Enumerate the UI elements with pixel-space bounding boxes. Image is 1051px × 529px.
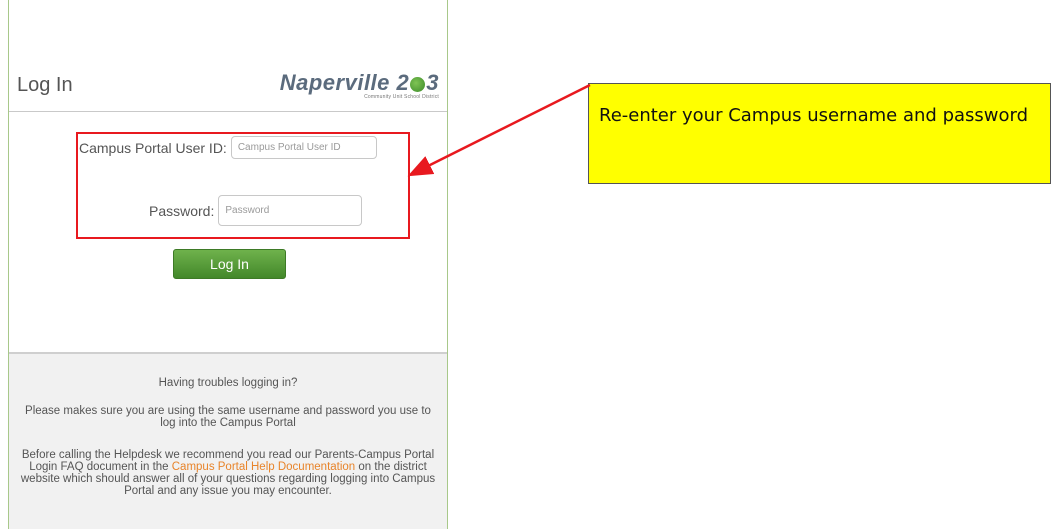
annotation-callout: Re-enter your Campus username and passwo…: [588, 83, 1051, 184]
logo-wordmark: Naperville 2 3: [280, 70, 439, 96]
help-paragraph-1: Please makes sure you are using the same…: [25, 405, 431, 429]
logo-brand-prefix: Naperville 2: [279, 70, 410, 95]
logo-brand-suffix: 3: [426, 70, 439, 95]
help-paragraph-2: Before calling the Helpdesk we recommend…: [13, 449, 443, 497]
login-header: Log In Naperville 2 3 Community Unit Sch…: [9, 0, 447, 112]
login-panel: Log In Naperville 2 3 Community Unit Sch…: [8, 0, 448, 529]
help-section: Having troubles logging in? Please makes…: [9, 352, 447, 529]
page-title: Log In: [17, 74, 73, 96]
highlight-box: [76, 132, 410, 239]
help-documentation-link[interactable]: Campus Portal Help Documentation: [172, 461, 355, 473]
help-title: Having troubles logging in?: [158, 377, 298, 389]
district-logo: Naperville 2 3 Community Unit School Dis…: [280, 70, 439, 100]
globe-icon: [410, 76, 426, 92]
login-button[interactable]: Log In: [173, 249, 286, 279]
